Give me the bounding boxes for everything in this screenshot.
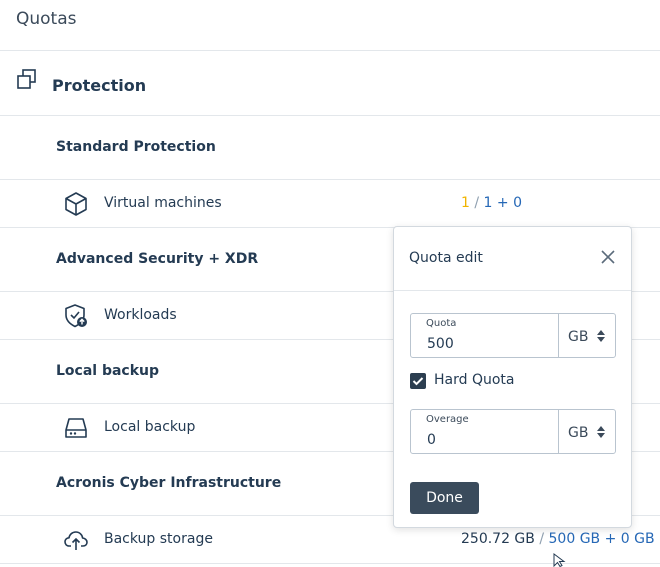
sort-arrows-icon[interactable] [597, 330, 605, 342]
item-label: Workloads [104, 307, 177, 323]
quota-field-label: Quota [426, 318, 457, 329]
section-header-protection: Protection [0, 51, 660, 116]
group-title: Acronis Cyber Infrastructure [56, 475, 282, 491]
popover-header: Quota edit [394, 227, 631, 291]
usage-value: 250.72 GB / 500 GB + 0 GB [461, 531, 655, 547]
overage-field-label: Overage [426, 414, 469, 425]
item-label: Backup storage [104, 531, 213, 547]
item-label: Local backup [104, 419, 196, 435]
check-icon [412, 377, 424, 386]
section-title: Protection [52, 76, 147, 95]
protection-icon [17, 69, 36, 89]
overage-unit-select[interactable]: GB [568, 425, 588, 441]
quota-field[interactable]: Quota 500 GB [410, 313, 616, 358]
hard-quota-checkbox[interactable] [410, 373, 426, 389]
popover-title: Quota edit [409, 250, 483, 266]
quota-edit-popover: Quota edit Quota 500 GB Hard Quota Overa… [393, 226, 632, 528]
group-header: Standard Protection [0, 116, 660, 180]
group-title: Advanced Security + XDR [56, 251, 259, 267]
usage-value: 1 / 1 + 0 [461, 195, 522, 211]
cube-icon [65, 192, 87, 216]
quota-link[interactable]: 1 + 0 [484, 195, 522, 211]
close-icon[interactable] [599, 248, 617, 266]
shield-check-icon [65, 304, 87, 328]
overage-input[interactable]: 0 [427, 432, 436, 448]
page-title: Quotas [16, 9, 77, 29]
overage-field[interactable]: Overage 0 GB [410, 409, 616, 454]
done-button[interactable]: Done [410, 482, 479, 514]
sort-arrows-icon[interactable] [597, 426, 605, 438]
usage-used: 250.72 GB [461, 531, 535, 547]
mouse-cursor-icon [553, 553, 566, 567]
hard-drive-icon [65, 418, 87, 438]
group-title: Standard Protection [56, 139, 216, 155]
cloud-upload-icon [64, 531, 88, 550]
usage-used: 1 [461, 195, 470, 211]
hard-quota-label: Hard Quota [434, 372, 515, 388]
quota-input[interactable]: 500 [427, 336, 454, 352]
quota-unit-select[interactable]: GB [568, 329, 588, 345]
quota-link[interactable]: 500 GB + 0 GB [549, 531, 655, 547]
page-header: Quotas [0, 0, 660, 51]
list-item[interactable]: Virtual machines 1 / 1 + 0 [0, 180, 660, 228]
item-label: Virtual machines [104, 195, 222, 211]
group-title: Local backup [56, 363, 160, 379]
